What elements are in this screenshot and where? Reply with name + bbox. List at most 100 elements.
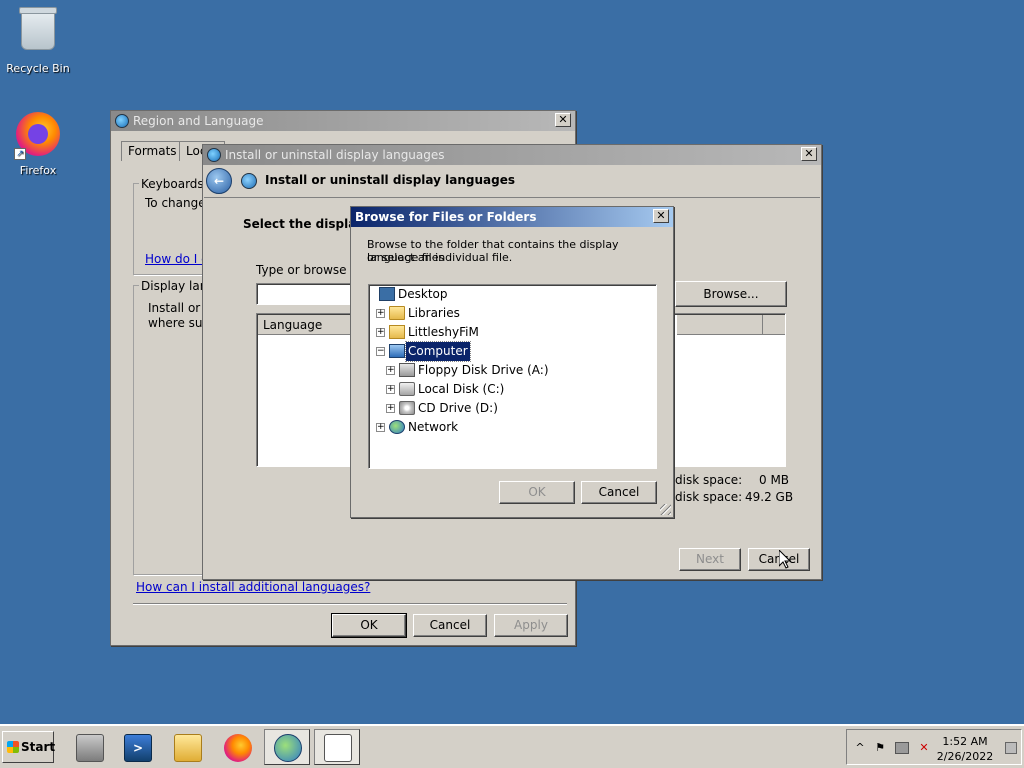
windows-logo-icon [7, 741, 19, 753]
server-manager-icon [76, 734, 104, 762]
language-icon [207, 148, 221, 162]
disk-space-required-value: 0 MB [759, 473, 790, 487]
separator [133, 603, 567, 605]
folder-tree[interactable]: Desktop + Libraries + LittleshyFiM − Com… [368, 284, 657, 469]
apply-button[interactable]: Apply [494, 614, 568, 637]
tree-item-label: Floppy Disk Drive (A:) [418, 363, 549, 377]
desktop-icon-firefox[interactable]: ↗ Firefox [0, 110, 76, 177]
taskbar-powershell[interactable]: > [114, 729, 160, 765]
column-header-right[interactable] [677, 315, 763, 335]
clock-date: 2/26/2022 [936, 750, 994, 763]
taskbar-firefox[interactable] [214, 729, 260, 765]
tree-item-label: Desktop [398, 287, 448, 301]
close-button[interactable]: ✕ [801, 147, 817, 161]
install-languages-titlebar[interactable]: Install or uninstall display languages ✕ [203, 145, 821, 165]
floppy-drive-icon [399, 363, 415, 377]
expand-icon[interactable]: + [386, 366, 395, 375]
region-language-titlebar[interactable]: Region and Language ✕ [111, 111, 575, 131]
tab-formats[interactable]: Formats [121, 141, 184, 161]
user-folder-icon [389, 325, 405, 339]
collapse-icon[interactable]: − [376, 347, 385, 356]
tree-item-label: Network [408, 420, 459, 434]
install-languages-link[interactable]: How can I install additional languages? [136, 580, 370, 594]
tree-item-label: Libraries [408, 306, 460, 320]
disk-space-available-value: 49.2 GB [745, 490, 794, 504]
expand-icon[interactable]: + [376, 423, 385, 432]
taskbar-server-manager[interactable] [66, 729, 112, 765]
expand-icon[interactable]: + [376, 328, 385, 337]
resize-grip-icon[interactable] [660, 504, 671, 515]
taskbar-file-explorer[interactable] [164, 729, 210, 765]
column-header-language[interactable]: Language [258, 315, 354, 335]
close-button[interactable]: ✕ [555, 113, 571, 127]
libraries-icon [389, 306, 405, 320]
install-languages-icon [324, 734, 352, 762]
expand-icon[interactable]: + [386, 404, 395, 413]
tree-item-cd-drive[interactable]: + CD Drive (D:) [369, 399, 649, 418]
browse-dialog-titlebar[interactable]: Browse for Files or Folders ✕ [351, 207, 673, 227]
tree-item-libraries[interactable]: + Libraries [369, 304, 649, 323]
start-button[interactable]: Start [2, 731, 56, 763]
window-title: Install or uninstall display languages [225, 148, 445, 162]
tree-item-label: CD Drive (D:) [418, 401, 498, 415]
desktop-icon [379, 287, 395, 301]
path-input[interactable] [256, 283, 356, 305]
tree-item-label-selected: Computer [405, 341, 471, 362]
firefox-icon: ↗ [14, 112, 62, 160]
powershell-icon: > [124, 734, 152, 762]
mouse-cursor-icon [778, 548, 792, 572]
keyboards-text: To change [145, 196, 206, 210]
globe-clock-icon [115, 114, 129, 128]
firefox-label: Firefox [19, 164, 57, 177]
show-desktop-icon[interactable] [1005, 742, 1017, 754]
tree-item-floppy[interactable]: + Floppy Disk Drive (A:) [369, 361, 649, 380]
tree-item-user[interactable]: + LittleshyFiM [369, 323, 649, 342]
tree-item-network[interactable]: + Network [369, 418, 649, 437]
show-hidden-icons-button[interactable]: ^ [853, 742, 867, 754]
action-center-flag-icon[interactable]: ⚑ [873, 742, 887, 754]
taskbar: Start > ^ ⚑ ✕ 1:52 AM 2/26/2022 [0, 724, 1024, 768]
network-icon [389, 420, 405, 434]
dialog-cancel-button[interactable]: Cancel [581, 481, 657, 504]
dialog-ok-button[interactable]: OK [499, 481, 575, 504]
network-status-icon[interactable] [895, 742, 909, 754]
next-button[interactable]: Next [679, 548, 741, 571]
local-disk-icon [399, 382, 415, 396]
tree-item-local-disk[interactable]: + Local Disk (C:) [369, 380, 649, 399]
ok-button[interactable]: OK [331, 613, 407, 638]
notification-area: ^ ⚑ ✕ 1:52 AM 2/26/2022 [846, 729, 1022, 765]
cd-drive-icon [399, 401, 415, 415]
expand-icon[interactable]: + [376, 309, 385, 318]
browse-button[interactable]: Browse... [675, 281, 787, 307]
back-arrow-icon: ← [213, 174, 225, 188]
desktop-icon-recycle-bin[interactable]: Recycle Bin [0, 6, 76, 75]
file-explorer-icon [174, 734, 202, 762]
wizard-header-icon [241, 173, 257, 189]
wizard-header-title: Install or uninstall display languages [265, 173, 515, 187]
clock-time: 1:52 AM [942, 735, 988, 748]
volume-muted-icon[interactable]: ✕ [917, 742, 931, 754]
cancel-button[interactable]: Cancel [413, 614, 487, 637]
display-text-2: where sup [148, 316, 211, 330]
tree-item-computer[interactable]: − Computer [369, 341, 649, 362]
taskbar-region-language[interactable] [264, 729, 310, 765]
shortcut-arrow-icon: ↗ [14, 148, 26, 160]
tree-item-desktop[interactable]: Desktop [369, 285, 649, 304]
tree-item-label: LittleshyFiM [408, 325, 479, 339]
start-label: Start [21, 740, 56, 754]
taskbar-install-languages[interactable] [314, 729, 360, 765]
computer-icon [389, 344, 405, 358]
firefox-icon [224, 734, 252, 762]
recycle-bin-icon [14, 7, 62, 58]
window-title: Region and Language [133, 114, 264, 128]
clock[interactable]: 1:52 AM 2/26/2022 [935, 734, 995, 764]
browse-dialog: Browse for Files or Folders ✕ Browse to … [350, 206, 674, 518]
disk-space-available-label: disk space: [675, 490, 743, 504]
recycle-bin-label: Recycle Bin [6, 62, 70, 75]
expand-icon[interactable]: + [386, 385, 395, 394]
keyboards-help-link[interactable]: How do I c [145, 252, 208, 266]
close-button[interactable]: ✕ [653, 209, 669, 223]
instructions-line-2: or select an individual file. [367, 251, 513, 264]
region-language-icon [274, 734, 302, 762]
back-button[interactable]: ← [206, 168, 232, 194]
